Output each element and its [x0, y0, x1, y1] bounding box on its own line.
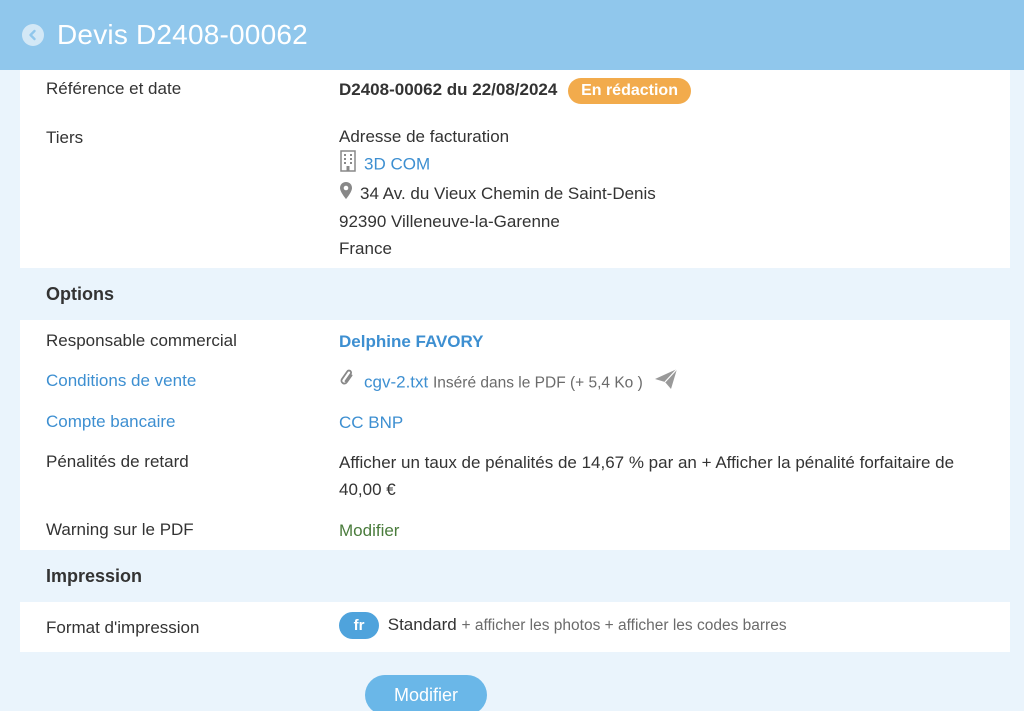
street: 34 Av. du Vieux Chemin de Saint-Denis — [360, 184, 656, 203]
back-icon[interactable] — [22, 24, 44, 46]
format-extra: + afficher les photos + afficher les cod… — [461, 617, 787, 634]
language-badge: fr — [339, 612, 379, 640]
main-content: Référence et date D2408-00062 du 22/08/2… — [20, 70, 1010, 652]
address-title: Adresse de facturation — [339, 127, 510, 146]
company-line: 3D COM — [339, 150, 656, 180]
compte-label[interactable]: Compte bancaire — [46, 412, 175, 432]
ref-label: Référence et date — [46, 79, 182, 98]
paperclip-icon — [339, 369, 357, 397]
ref-value-group: D2408-00062 du 22/08/2024 En rédaction — [339, 76, 691, 104]
impression-section-header: Impression — [20, 550, 1010, 602]
penalites-line1: Afficher un taux de pénalités de 14,67 %… — [339, 453, 955, 472]
city: 92390 Villeneuve-la-Garenne — [339, 212, 560, 232]
warning-modify-link[interactable]: Modifier — [339, 517, 399, 544]
options-title: Options — [46, 284, 114, 304]
tiers-row: Tiers Adresse de facturation 3D COM 34 A… — [20, 118, 1010, 268]
cgv-file-link[interactable]: cgv-2.txt — [364, 372, 428, 391]
format-label: Format d'impression — [46, 618, 200, 637]
penalites-label: Pénalités de retard — [46, 452, 189, 471]
country: France — [339, 239, 392, 259]
responsable-link[interactable]: Delphine FAVORY — [339, 328, 484, 355]
cgv-note: Inséré dans le PDF (+ 5,4 Ko ) — [432, 374, 643, 392]
ref-row: Référence et date D2408-00062 du 22/08/2… — [20, 70, 1010, 118]
penalites-value: Afficher un taux de pénalités de 14,67 %… — [339, 449, 1004, 503]
send-icon[interactable] — [654, 368, 678, 398]
conditions-value: cgv-2.txt Inséré dans le PDF (+ 5,4 Ko ) — [339, 368, 685, 398]
map-pin-icon — [339, 181, 353, 208]
tiers-address: Adresse de facturation 3D COM 34 Av. du … — [339, 123, 656, 262]
street-line: 34 Av. du Vieux Chemin de Saint-Denis — [339, 180, 656, 208]
building-icon — [339, 150, 357, 180]
options-section-header: Options — [20, 268, 1010, 320]
compte-value[interactable]: CC BNP — [339, 409, 403, 436]
responsable-label: Responsable commercial — [46, 331, 237, 350]
company-link[interactable]: 3D COM — [364, 154, 430, 173]
page-header: Devis D2408-00062 — [0, 0, 1024, 70]
modify-button[interactable]: Modifier — [365, 675, 487, 711]
impression-title: Impression — [46, 566, 143, 586]
warning-label: Warning sur le PDF — [46, 520, 194, 539]
penalites-line2: 40,00 € — [339, 480, 396, 499]
format-value: Standard — [387, 615, 457, 634]
conditions-label[interactable]: Conditions de vente — [46, 371, 196, 391]
ref-value: D2408-00062 du 22/08/2024 — [339, 80, 558, 99]
status-badge: En rédaction — [568, 77, 691, 104]
options-rows: Responsable commercial Delphine FAVORY C… — [20, 320, 1010, 550]
tiers-label: Tiers — [46, 128, 84, 147]
format-row: Format d'impression fr Standard + affich… — [20, 602, 1010, 652]
page-title: Devis D2408-00062 — [57, 19, 308, 50]
format-value-group: fr Standard + afficher les photos + affi… — [339, 611, 787, 640]
